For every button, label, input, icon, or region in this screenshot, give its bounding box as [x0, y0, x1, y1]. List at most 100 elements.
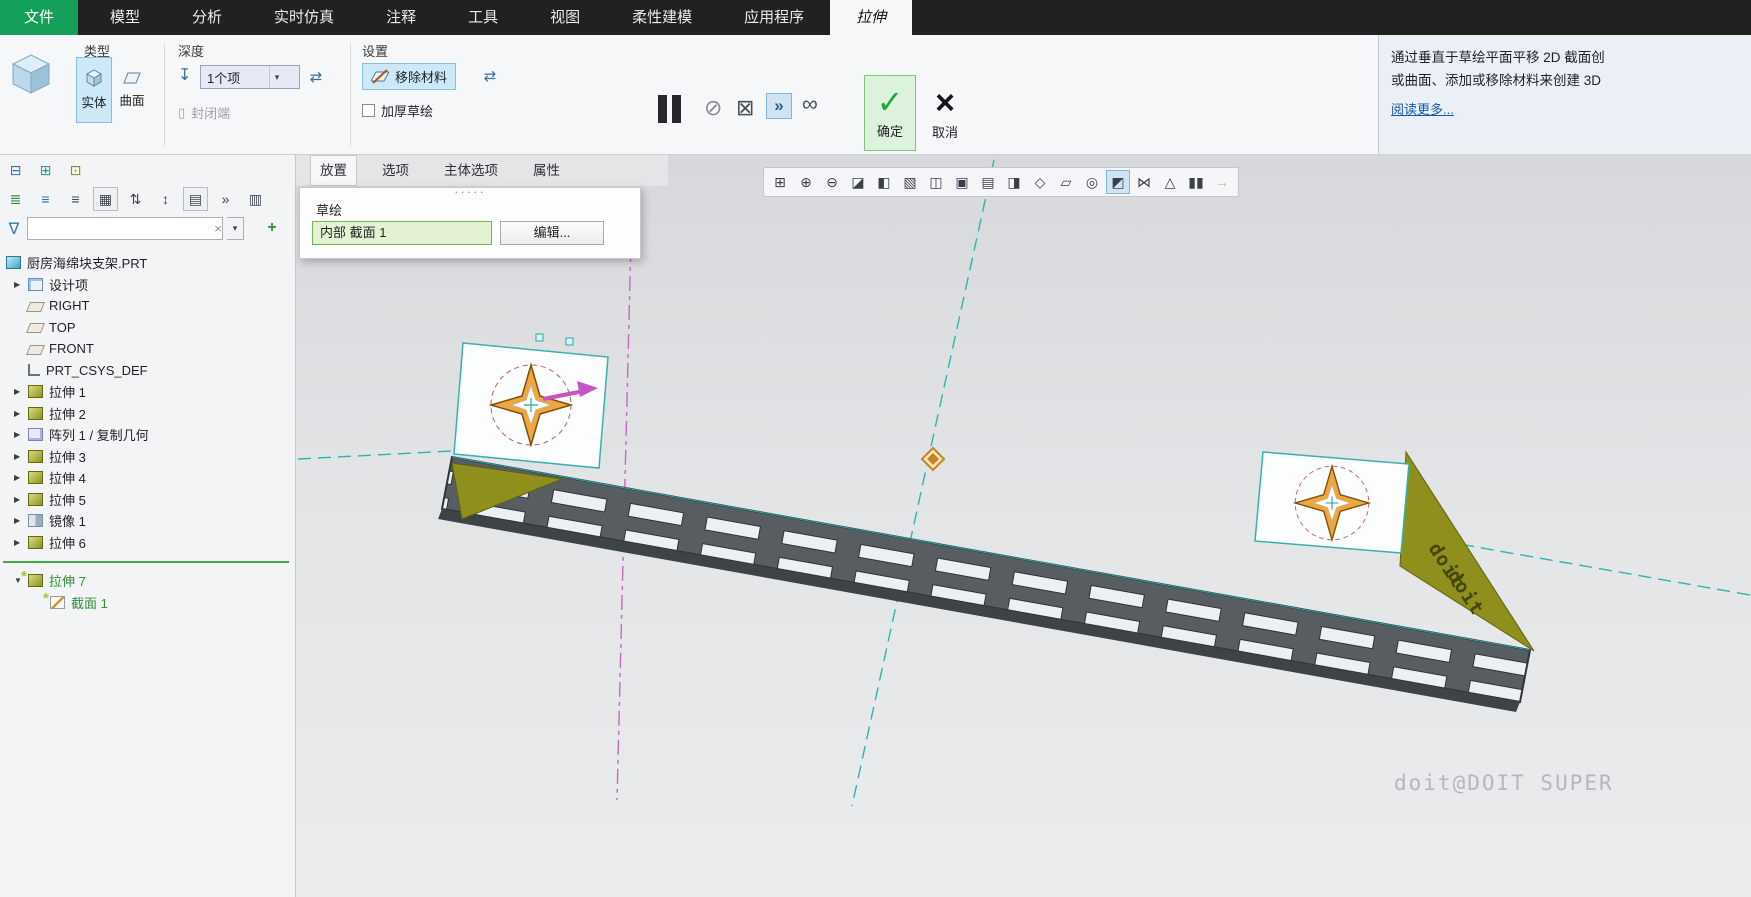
tree-item[interactable]: ▶ 拉伸 4 — [0, 467, 295, 489]
menu-tab[interactable]: 文件 — [0, 0, 78, 35]
list-large-icon[interactable]: ≡ — [63, 187, 88, 211]
sort-icon[interactable]: ⇅ — [123, 187, 148, 211]
filter-funnel-icon[interactable]: ∇ — [5, 219, 23, 239]
flip-material-side-button[interactable]: ⇄ — [478, 63, 502, 89]
tree-item[interactable]: ▶ 拉伸 2 — [0, 403, 295, 425]
filter-options-dropdown[interactable]: ▾ — [227, 217, 244, 240]
menu-tab[interactable]: 视图 — [524, 0, 606, 35]
menu-tab[interactable]: 工具 — [442, 0, 524, 35]
tree-item[interactable]: ▼ 拉伸 7 — [0, 570, 295, 592]
glasses-preview-icon[interactable]: ∞ — [802, 93, 818, 115]
tree-item[interactable]: 厨房海绵块支架.PRT — [0, 252, 295, 274]
menu-tab[interactable]: 注释 — [360, 0, 442, 35]
bracket-end-right[interactable] — [1400, 452, 1534, 651]
attached-preview-toggle[interactable]: » — [766, 93, 792, 119]
flip-depth-direction-button[interactable]: ⇄ — [304, 64, 328, 90]
perspective-icon[interactable]: ◇ — [1028, 170, 1052, 194]
sketch-collector-field[interactable]: 内部 截面 1 — [312, 221, 492, 245]
shading-icon[interactable]: ◧ — [872, 170, 896, 194]
swap-columns-icon[interactable]: ↕ — [153, 187, 178, 211]
ok-button[interactable]: ✓ 确定 — [864, 75, 916, 151]
tree-item[interactable]: ▶ 镜像 1 — [0, 510, 295, 532]
remove-material-button[interactable]: 移除材料 — [362, 63, 456, 90]
step-icon[interactable]: → — [1210, 170, 1234, 194]
solid-type-button[interactable]: 实体 — [76, 57, 112, 123]
warning-icon[interactable]: △ — [1158, 170, 1182, 194]
capture-icon[interactable]: ▣ — [950, 170, 974, 194]
menu-tab[interactable]: 实时仿真 — [248, 0, 360, 35]
tree-item[interactable]: ▶ 设计项 — [0, 274, 295, 296]
tree-item[interactable]: TOP — [0, 317, 295, 339]
dashboard-tab[interactable]: 选项 — [372, 155, 419, 186]
layer-tree-icon[interactable]: ≣ — [3, 187, 28, 211]
tree-item[interactable]: ▶ 拉伸 5 — [0, 489, 295, 511]
tree-item[interactable]: PRT_CSYS_DEF — [0, 360, 295, 382]
sketch-plane-left[interactable] — [454, 334, 608, 468]
dashboard-tab[interactable]: 属性 — [523, 155, 570, 186]
view-normal-icon[interactable]: ◨ — [1002, 170, 1026, 194]
datum-display-icon[interactable]: ◎ — [1080, 170, 1104, 194]
verify-feature-icon[interactable]: ⊠ — [736, 97, 754, 119]
sketch-star-right[interactable] — [1295, 466, 1369, 540]
sketch-star-left[interactable] — [491, 365, 571, 445]
tree-expand-arrow[interactable]: ▶ — [14, 280, 28, 289]
thicken-sketch-checkbox[interactable] — [362, 104, 375, 117]
tree-item[interactable]: RIGHT — [0, 295, 295, 317]
panel-drag-handle[interactable]: ····· — [454, 187, 486, 196]
pause-icon[interactable]: ▮▮ — [1184, 170, 1208, 194]
zoom-out-icon[interactable]: ⊖ — [820, 170, 844, 194]
tree-expand-arrow[interactable]: ▶ — [14, 452, 28, 461]
tree-expand-arrow[interactable]: ▶ — [14, 538, 28, 547]
tree-item[interactable]: 截面 1 — [0, 592, 295, 614]
sketch-view-icon[interactable]: ◩ — [1106, 170, 1130, 194]
menu-tab[interactable]: 分析 — [166, 0, 248, 35]
menu-tab[interactable]: 拉伸 — [830, 0, 912, 35]
pause-feature-button[interactable] — [658, 95, 681, 123]
menu-tab[interactable]: 模型 — [84, 0, 166, 35]
favorites-icon[interactable]: ⊡ — [63, 158, 88, 182]
tree-item[interactable]: ▶ 拉伸 1 — [0, 381, 295, 403]
no-preview-icon[interactable]: ⊘ — [704, 97, 722, 119]
tree-expand-arrow[interactable]: ▶ — [14, 430, 28, 439]
tree-item[interactable]: FRONT — [0, 338, 295, 360]
clear-filter-icon[interactable]: × — [214, 221, 222, 236]
saved-views-icon[interactable]: ▤ — [976, 170, 1000, 194]
csys-marker[interactable] — [922, 448, 944, 470]
tree-expand-arrow[interactable]: ▶ — [14, 495, 28, 504]
model-tree-icon[interactable]: ⊟ — [3, 158, 28, 182]
copy-tree-icon[interactable]: ⊞ — [33, 158, 58, 182]
box-zoom-icon[interactable]: ⊞ — [768, 170, 792, 194]
surface-type-button[interactable]: 曲面 — [114, 57, 150, 123]
list-small-icon[interactable]: ≡ — [33, 187, 58, 211]
tree-filter-icon[interactable]: ▤ — [183, 187, 208, 211]
tree-filter-input[interactable] — [28, 218, 214, 239]
edit-sketch-button[interactable]: 编辑... — [500, 221, 604, 245]
depth-value-dropdown[interactable]: 1个项 ▾ — [200, 65, 300, 89]
annotations-icon[interactable]: ▱ — [1054, 170, 1078, 194]
drag-handle[interactable] — [536, 334, 543, 341]
sketch-plane-right[interactable] — [1255, 452, 1409, 553]
zoom-in-icon[interactable]: ⊕ — [794, 170, 818, 194]
tree-expand-arrow[interactable]: ▶ — [14, 473, 28, 482]
tree-expand-arrow[interactable]: ▶ — [14, 409, 28, 418]
dashboard-tab[interactable]: 主体选项 — [434, 155, 508, 186]
repaint-icon[interactable]: ◪ — [846, 170, 870, 194]
read-more-link[interactable]: 阅读更多... — [1391, 99, 1454, 121]
more-icon[interactable]: » — [213, 187, 238, 211]
tree-item[interactable]: ▶ 阵列 1 / 复制几何 — [0, 424, 295, 446]
thicken-sketch-option[interactable]: 加厚草绘 — [362, 101, 433, 120]
3d-viewport[interactable]: doit doit — [296, 155, 1751, 897]
grid-columns-icon[interactable]: ▦ — [93, 187, 118, 211]
tree-item[interactable]: ▶ 拉伸 3 — [0, 446, 295, 468]
insertion-indicator[interactable] — [3, 561, 289, 563]
cancel-button[interactable]: × 取消 — [920, 75, 970, 151]
display-style-icon[interactable]: ▧ — [898, 170, 922, 194]
menu-tab[interactable]: 应用程序 — [718, 0, 830, 35]
chevron-down-icon[interactable]: ▾ — [269, 66, 284, 88]
trim-icon[interactable]: ⋈ — [1132, 170, 1156, 194]
add-filter-button[interactable]: + — [262, 219, 282, 239]
menu-tab[interactable]: 柔性建模 — [606, 0, 718, 35]
dashboard-tab[interactable]: 放置 — [310, 155, 357, 186]
tree-item[interactable]: ▶ 拉伸 6 — [0, 532, 295, 554]
report-icon[interactable]: ▥ — [243, 187, 268, 211]
